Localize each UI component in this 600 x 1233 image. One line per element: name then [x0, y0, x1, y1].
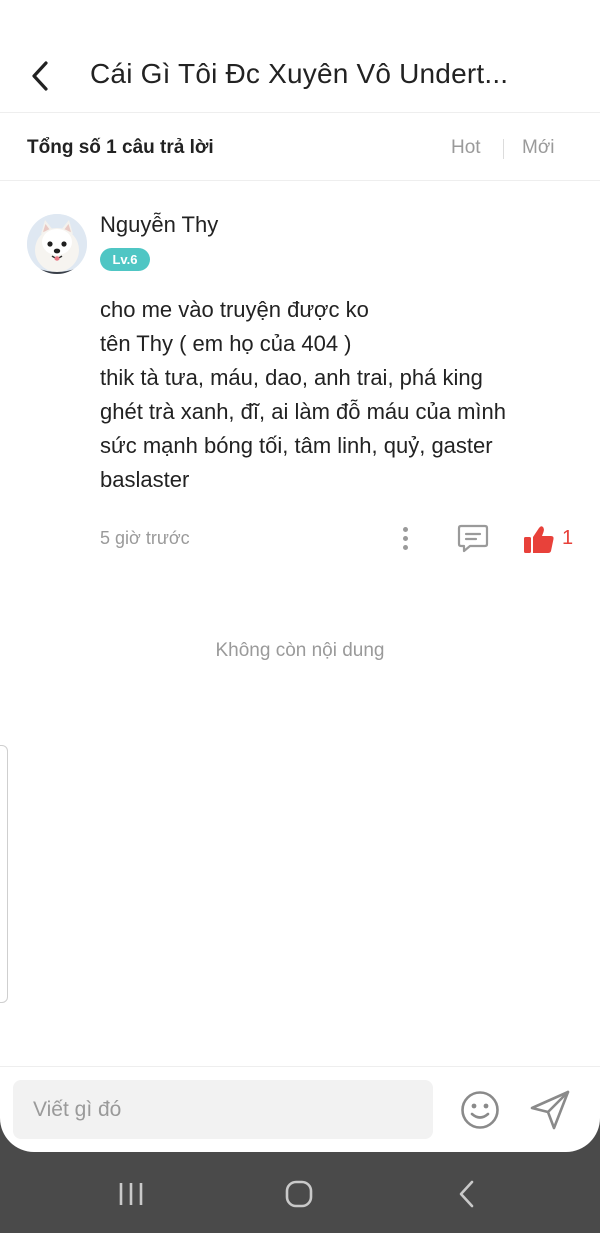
more-vertical-icon-dot — [402, 535, 408, 541]
like-button[interactable]: 1 — [522, 522, 578, 556]
post-content: cho me vào truyện được ko tên Thy ( em h… — [100, 293, 570, 497]
smiley-icon — [461, 1091, 499, 1129]
recent-apps-button[interactable] — [101, 1172, 161, 1216]
system-nav-bar — [0, 1152, 600, 1233]
post-line: thik tà tưa, máu, dao, anh trai, phá kin… — [100, 365, 483, 390]
sort-hot-tab[interactable]: Hot — [451, 137, 481, 159]
nav-back-icon — [459, 1180, 474, 1208]
send-icon — [530, 1090, 570, 1130]
sort-separator — [503, 139, 504, 159]
page-title: Cái Gì Tôi Đc Xuyên Vô Undert... — [90, 58, 509, 89]
post-line: tên Thy ( em họ của 404 ) — [100, 331, 352, 356]
composer-bar — [0, 1066, 600, 1152]
subheader-divider — [0, 180, 600, 181]
like-count: 1 — [562, 527, 574, 549]
dog-avatar-icon — [27, 214, 87, 274]
answer-count: Tổng số 1 câu trả lời — [27, 137, 214, 158]
post-line: sức mạnh bóng tối, tâm linh, quỷ, gaster — [100, 433, 493, 458]
post-timestamp: 5 giờ trước — [100, 528, 190, 548]
more-button[interactable] — [394, 522, 416, 554]
app-screen: Cái Gì Tôi Đc Xuyên Vô Undert... Tổng số… — [0, 0, 600, 1152]
comment-input[interactable] — [13, 1080, 433, 1139]
back-button[interactable] — [20, 54, 60, 98]
empty-state-text: Không còn nội dung — [215, 640, 385, 661]
more-vertical-icon — [402, 526, 408, 532]
thumbs-up-icon — [524, 526, 554, 553]
send-button[interactable] — [528, 1088, 572, 1132]
emoji-button[interactable] — [459, 1089, 501, 1131]
sort-new-tab[interactable]: Mới — [522, 137, 555, 159]
post-line: cho me vào truyện được ko — [100, 297, 369, 322]
back-arrow-icon — [32, 61, 48, 91]
post-line: baslaster — [100, 467, 190, 492]
comment-button[interactable] — [456, 522, 490, 554]
post-line: ghét trà xanh, đĩ, ai làm đỗ máu của mìn… — [100, 399, 507, 424]
avatar[interactable] — [27, 214, 87, 274]
home-button[interactable] — [269, 1172, 329, 1216]
comment-icon — [457, 524, 489, 553]
edge-panel-handle[interactable] — [0, 745, 8, 1003]
answers-subheader: Tổng số 1 câu trả lời Hot Mới — [0, 113, 600, 179]
top-bar: Cái Gì Tôi Đc Xuyên Vô Undert... — [0, 0, 600, 112]
username[interactable]: Nguyễn Thy — [100, 212, 218, 238]
level-badge: Lv.6 — [100, 248, 150, 271]
nav-back-button[interactable] — [437, 1172, 497, 1216]
recent-apps-icon — [119, 1183, 143, 1205]
more-vertical-icon-dot — [402, 544, 408, 550]
home-icon — [285, 1180, 313, 1208]
